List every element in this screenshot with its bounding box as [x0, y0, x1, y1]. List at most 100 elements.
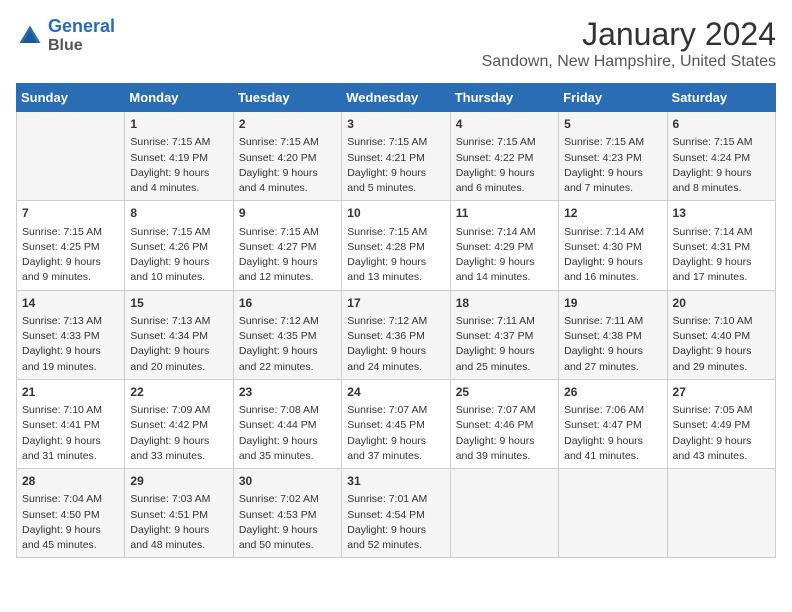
calendar-cell: 3 Sunrise: 7:15 AMSunset: 4:21 PMDaylight… — [342, 112, 450, 201]
logo: General Blue — [16, 16, 115, 55]
day-info: Sunrise: 7:15 AMSunset: 4:25 PMDaylight:… — [22, 225, 119, 286]
logo-text: General Blue — [48, 16, 115, 55]
day-info: Sunrise: 7:07 AMSunset: 4:46 PMDaylight:… — [456, 403, 553, 464]
day-info: Sunrise: 7:13 AMSunset: 4:33 PMDaylight:… — [22, 314, 119, 375]
day-info: Sunrise: 7:07 AMSunset: 4:45 PMDaylight:… — [347, 403, 444, 464]
calendar-week-row: 7 Sunrise: 7:15 AMSunset: 4:25 PMDaylight… — [17, 201, 776, 290]
calendar-cell — [450, 469, 558, 558]
calendar-cell: 10Sunrise: 7:15 AMSunset: 4:28 PMDayligh… — [342, 201, 450, 290]
day-number: 29 — [130, 473, 227, 490]
day-info: Sunrise: 7:15 AMSunset: 4:22 PMDaylight:… — [456, 135, 553, 196]
day-info: Sunrise: 7:11 AMSunset: 4:38 PMDaylight:… — [564, 314, 661, 375]
day-number: 20 — [673, 295, 770, 312]
weekday-header-sunday: Sunday — [17, 84, 125, 112]
day-number: 21 — [22, 384, 119, 401]
calendar-cell: 18Sunrise: 7:11 AMSunset: 4:37 PMDayligh… — [450, 290, 558, 379]
day-number: 19 — [564, 295, 661, 312]
day-info: Sunrise: 7:15 AMSunset: 4:26 PMDaylight:… — [130, 225, 227, 286]
day-info: Sunrise: 7:08 AMSunset: 4:44 PMDaylight:… — [239, 403, 336, 464]
day-number: 4 — [456, 116, 553, 133]
calendar-cell: 28 Sunrise: 7:04 AMSunset: 4:50 PMDayligh… — [17, 469, 125, 558]
calendar-cell: 22Sunrise: 7:09 AMSunset: 4:42 PMDayligh… — [125, 379, 233, 468]
calendar-cell: 16 Sunrise: 7:12 AMSunset: 4:35 PMDayligh… — [233, 290, 341, 379]
calendar-cell: 4 Sunrise: 7:15 AMSunset: 4:22 PMDaylight… — [450, 112, 558, 201]
calendar-cell: 29 Sunrise: 7:03 AMSunset: 4:51 PMDayligh… — [125, 469, 233, 558]
calendar-cell: 14 Sunrise: 7:13 AMSunset: 4:33 PMDayligh… — [17, 290, 125, 379]
calendar-cell: 30Sunrise: 7:02 AMSunset: 4:53 PMDayligh… — [233, 469, 341, 558]
day-number: 6 — [673, 116, 770, 133]
day-info: Sunrise: 7:10 AMSunset: 4:40 PMDaylight:… — [673, 314, 770, 375]
day-info: Sunrise: 7:15 AMSunset: 4:24 PMDaylight:… — [673, 135, 770, 196]
day-number: 26 — [564, 384, 661, 401]
calendar-cell: 20 Sunrise: 7:10 AMSunset: 4:40 PMDayligh… — [667, 290, 775, 379]
day-info: Sunrise: 7:10 AMSunset: 4:41 PMDaylight:… — [22, 403, 119, 464]
weekday-header-wednesday: Wednesday — [342, 84, 450, 112]
calendar-cell — [559, 469, 667, 558]
calendar-cell: 7 Sunrise: 7:15 AMSunset: 4:25 PMDaylight… — [17, 201, 125, 290]
calendar-week-row: 1 Sunrise: 7:15 AMSunset: 4:19 PMDaylight… — [17, 112, 776, 201]
day-number: 3 — [347, 116, 444, 133]
day-number: 12 — [564, 205, 661, 222]
day-number: 11 — [456, 205, 553, 222]
calendar-cell: 23 Sunrise: 7:08 AMSunset: 4:44 PMDayligh… — [233, 379, 341, 468]
calendar-cell: 17Sunrise: 7:12 AMSunset: 4:36 PMDayligh… — [342, 290, 450, 379]
day-number: 2 — [239, 116, 336, 133]
day-number: 1 — [130, 116, 227, 133]
calendar-cell: 2 Sunrise: 7:15 AMSunset: 4:20 PMDaylight… — [233, 112, 341, 201]
calendar-cell: 12 Sunrise: 7:14 AMSunset: 4:30 PMDayligh… — [559, 201, 667, 290]
day-info: Sunrise: 7:06 AMSunset: 4:47 PMDaylight:… — [564, 403, 661, 464]
day-number: 10 — [347, 205, 444, 222]
calendar-subtitle: Sandown, New Hampshire, United States — [482, 53, 776, 71]
day-info: Sunrise: 7:15 AMSunset: 4:19 PMDaylight:… — [130, 135, 227, 196]
calendar-cell: 19 Sunrise: 7:11 AMSunset: 4:38 PMDayligh… — [559, 290, 667, 379]
calendar-cell: 6 Sunrise: 7:15 AMSunset: 4:24 PMDaylight… — [667, 112, 775, 201]
calendar-week-row: 21 Sunrise: 7:10 AMSunset: 4:41 PMDayligh… — [17, 379, 776, 468]
day-info: Sunrise: 7:14 AMSunset: 4:29 PMDaylight:… — [456, 225, 553, 286]
day-number: 16 — [239, 295, 336, 312]
title-block: January 2024 Sandown, New Hampshire, Uni… — [482, 16, 776, 71]
day-info: Sunrise: 7:14 AMSunset: 4:30 PMDaylight:… — [564, 225, 661, 286]
calendar-cell: 13 Sunrise: 7:14 AMSunset: 4:31 PMDayligh… — [667, 201, 775, 290]
day-info: Sunrise: 7:05 AMSunset: 4:49 PMDaylight:… — [673, 403, 770, 464]
day-info: Sunrise: 7:15 AMSunset: 4:23 PMDaylight:… — [564, 135, 661, 196]
day-info: Sunrise: 7:14 AMSunset: 4:31 PMDaylight:… — [673, 225, 770, 286]
calendar-cell: 25Sunrise: 7:07 AMSunset: 4:46 PMDayligh… — [450, 379, 558, 468]
calendar-cell: 24 Sunrise: 7:07 AMSunset: 4:45 PMDayligh… — [342, 379, 450, 468]
calendar-cell: 27 Sunrise: 7:05 AMSunset: 4:49 PMDayligh… — [667, 379, 775, 468]
calendar-week-row: 14 Sunrise: 7:13 AMSunset: 4:33 PMDayligh… — [17, 290, 776, 379]
day-number: 24 — [347, 384, 444, 401]
calendar-title: January 2024 — [482, 16, 776, 53]
day-number: 30 — [239, 473, 336, 490]
calendar-cell: 5 Sunrise: 7:15 AMSunset: 4:23 PMDaylight… — [559, 112, 667, 201]
page-header: General Blue January 2024 Sandown, New H… — [16, 16, 776, 71]
calendar-table: SundayMondayTuesdayWednesdayThursdayFrid… — [16, 83, 776, 558]
day-number: 13 — [673, 205, 770, 222]
day-number: 27 — [673, 384, 770, 401]
day-number: 22 — [130, 384, 227, 401]
day-info: Sunrise: 7:03 AMSunset: 4:51 PMDaylight:… — [130, 492, 227, 553]
calendar-cell: 11 Sunrise: 7:14 AMSunset: 4:29 PMDayligh… — [450, 201, 558, 290]
calendar-week-row: 28 Sunrise: 7:04 AMSunset: 4:50 PMDayligh… — [17, 469, 776, 558]
day-number: 5 — [564, 116, 661, 133]
weekday-header-row: SundayMondayTuesdayWednesdayThursdayFrid… — [17, 84, 776, 112]
day-info: Sunrise: 7:04 AMSunset: 4:50 PMDaylight:… — [22, 492, 119, 553]
calendar-cell: 31Sunrise: 7:01 AMSunset: 4:54 PMDayligh… — [342, 469, 450, 558]
weekday-header-saturday: Saturday — [667, 84, 775, 112]
day-number: 15 — [130, 295, 227, 312]
calendar-cell: 26 Sunrise: 7:06 AMSunset: 4:47 PMDayligh… — [559, 379, 667, 468]
day-number: 8 — [130, 205, 227, 222]
day-number: 7 — [22, 205, 119, 222]
weekday-header-tuesday: Tuesday — [233, 84, 341, 112]
calendar-cell: 1 Sunrise: 7:15 AMSunset: 4:19 PMDaylight… — [125, 112, 233, 201]
day-info: Sunrise: 7:15 AMSunset: 4:27 PMDaylight:… — [239, 225, 336, 286]
day-info: Sunrise: 7:12 AMSunset: 4:35 PMDaylight:… — [239, 314, 336, 375]
day-info: Sunrise: 7:15 AMSunset: 4:20 PMDaylight:… — [239, 135, 336, 196]
day-info: Sunrise: 7:13 AMSunset: 4:34 PMDaylight:… — [130, 314, 227, 375]
calendar-cell: 9Sunrise: 7:15 AMSunset: 4:27 PMDaylight… — [233, 201, 341, 290]
day-number: 18 — [456, 295, 553, 312]
day-number: 28 — [22, 473, 119, 490]
day-number: 23 — [239, 384, 336, 401]
day-number: 14 — [22, 295, 119, 312]
calendar-cell: 21 Sunrise: 7:10 AMSunset: 4:41 PMDayligh… — [17, 379, 125, 468]
day-info: Sunrise: 7:15 AMSunset: 4:21 PMDaylight:… — [347, 135, 444, 196]
